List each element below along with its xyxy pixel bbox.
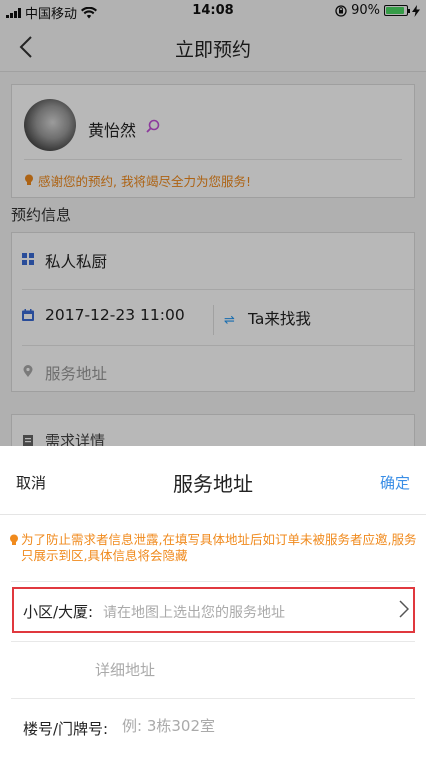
community-placeholder: 请在地图上选出您的服务地址 bbox=[103, 605, 285, 621]
detail-address-input[interactable] bbox=[95, 656, 395, 684]
divider bbox=[11, 641, 415, 642]
confirm-button[interactable]: 确定 bbox=[380, 472, 410, 493]
privacy-warning-text: 为了防止需求者信息泄露,在填写具体地址后如订单未被服务者应邀,服务只展示到区,具… bbox=[21, 532, 417, 563]
divider bbox=[11, 698, 415, 699]
service-address-sheet: 取消 服务地址 确定 为了防止需求者信息泄露,在填写具体地址后如订单未被服务者应… bbox=[0, 446, 426, 758]
community-address-row[interactable]: 小区/大厦: 请在地图上选出您的服务地址 bbox=[12, 587, 415, 633]
modal-overlay[interactable] bbox=[0, 0, 426, 446]
room-number-label: 楼号/门牌号: bbox=[23, 720, 109, 738]
sheet-header: 取消 服务地址 确定 bbox=[0, 446, 426, 515]
sheet-title: 服务地址 bbox=[173, 472, 253, 496]
cancel-button[interactable]: 取消 bbox=[16, 472, 46, 493]
chevron-right-icon bbox=[399, 600, 409, 618]
lightbulb-icon bbox=[10, 534, 18, 545]
divider bbox=[11, 581, 415, 582]
privacy-warning: 为了防止需求者信息泄露,在填写具体地址后如订单未被服务者应邀,服务只展示到区,具… bbox=[9, 532, 417, 564]
community-label: 小区/大厦: bbox=[23, 603, 94, 621]
room-number-input[interactable] bbox=[122, 712, 402, 740]
